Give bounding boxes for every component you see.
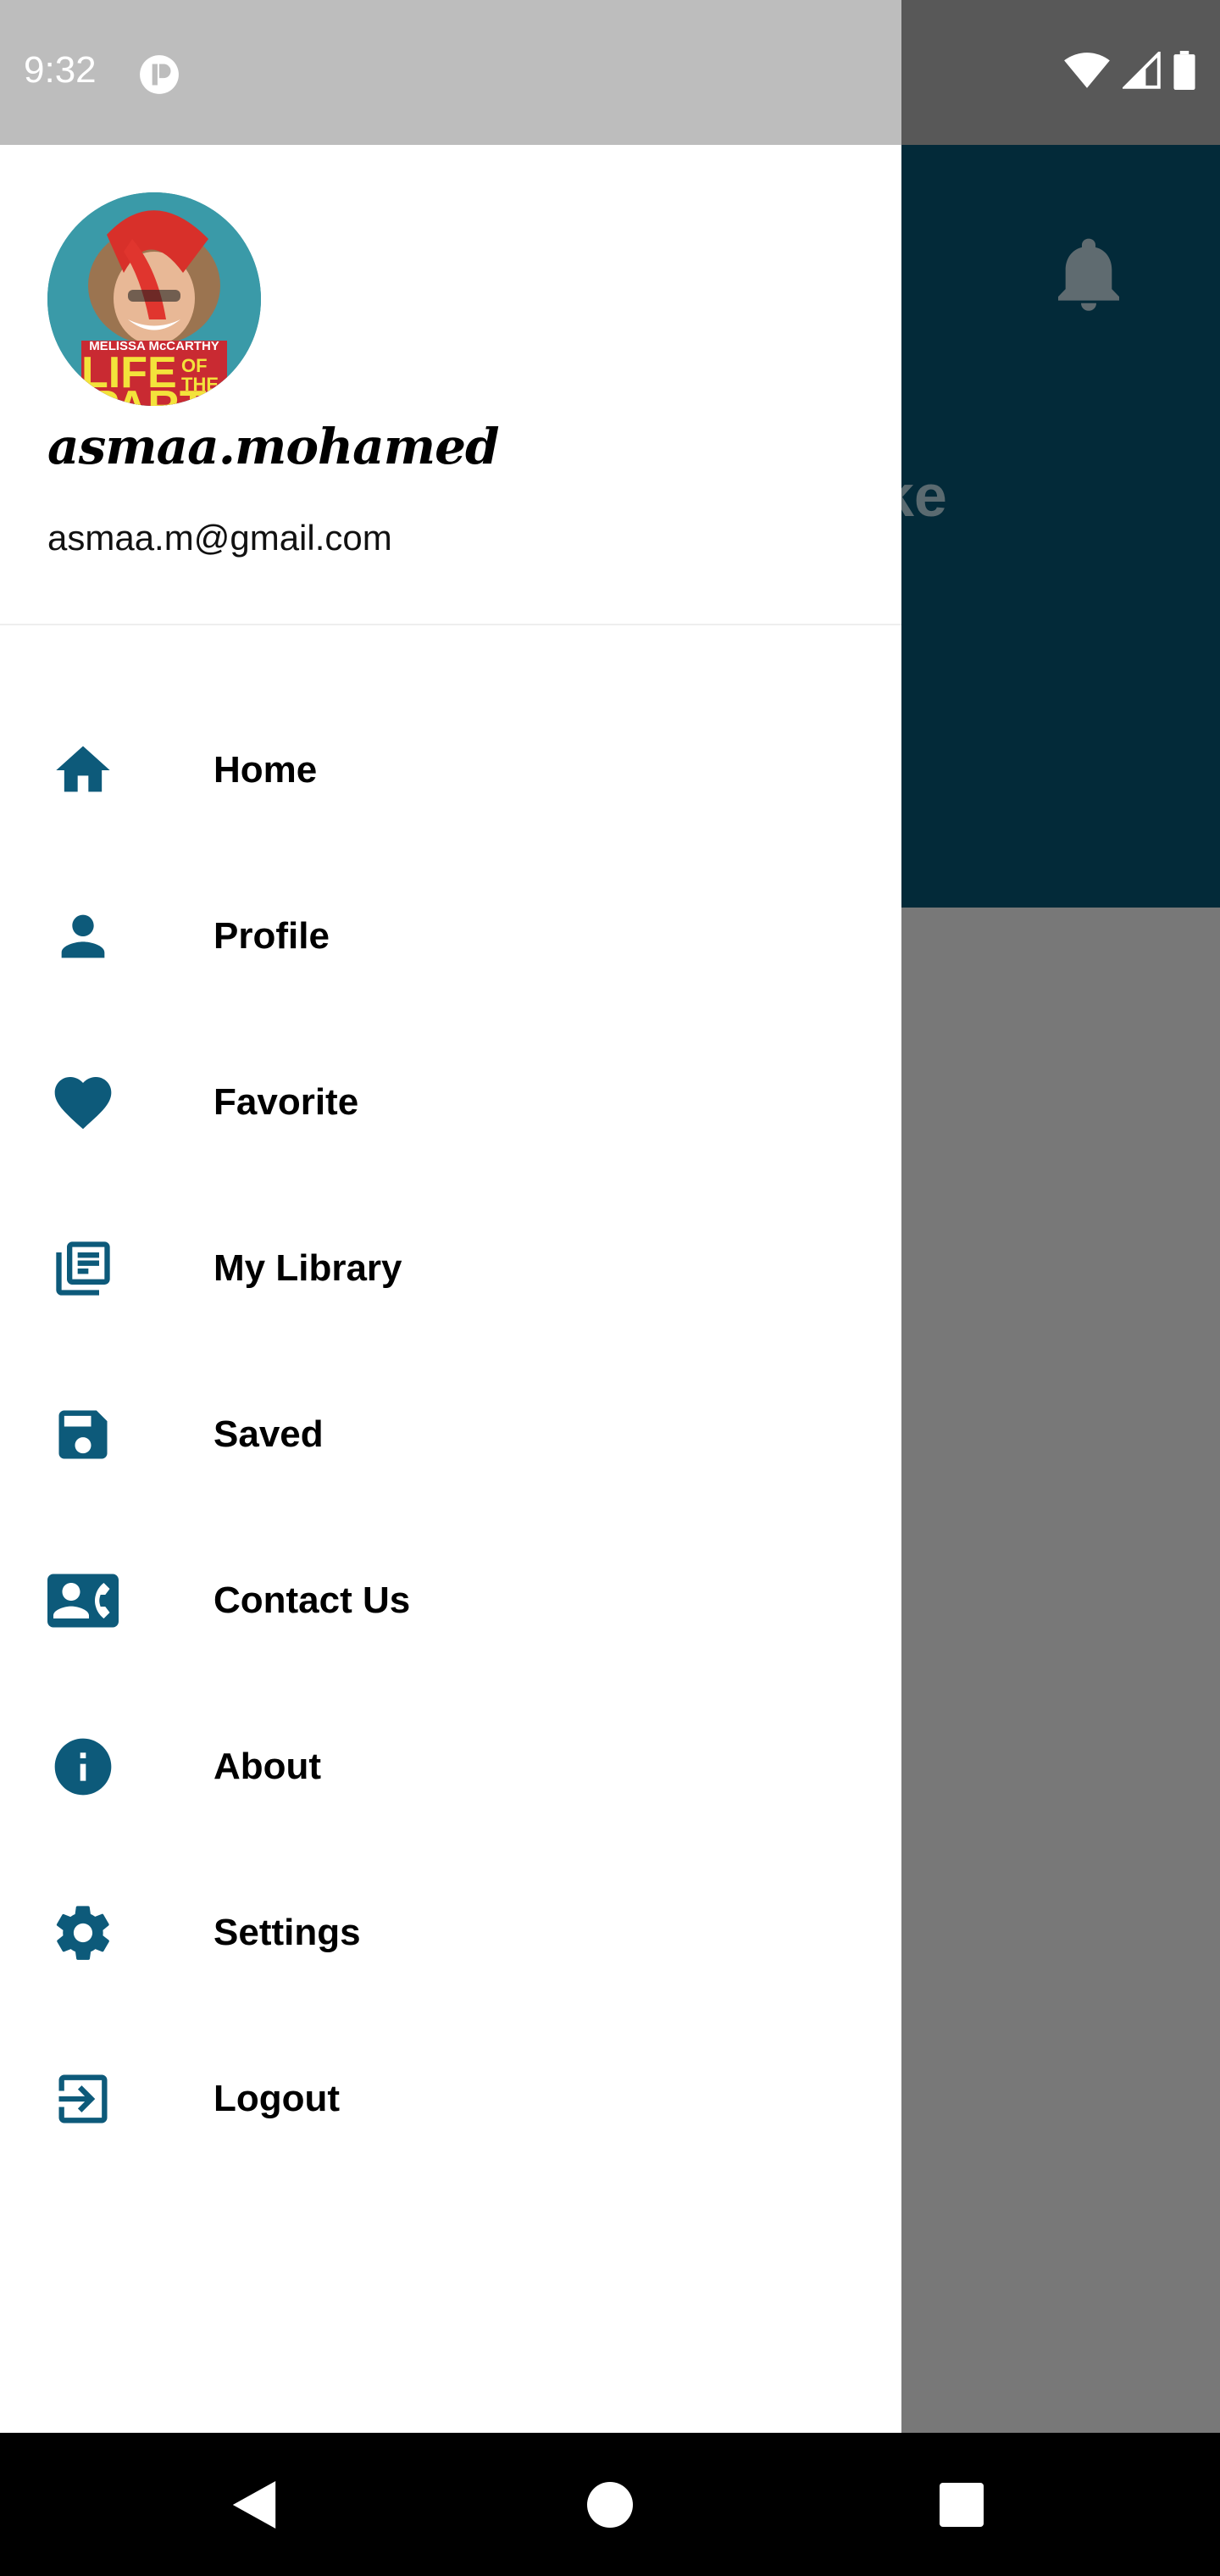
avatar[interactable]: MELISSA McCARTHY LIFE OF THE PARTY (47, 192, 261, 406)
avatar-image: MELISSA McCARTHY LIFE OF THE PARTY (47, 192, 261, 406)
person-icon (47, 901, 119, 972)
menu-item-favorite[interactable]: Favorite (0, 1019, 901, 1185)
gear-icon (47, 1897, 119, 1968)
svg-text:PARTY: PARTY (90, 382, 236, 406)
menu-label-logout: Logout (214, 2078, 341, 2119)
menu-item-my-library[interactable]: My Library (0, 1185, 901, 1352)
recents-square-icon (940, 2483, 984, 2527)
signal-icon (1123, 52, 1161, 89)
menu-label-settings: Settings (214, 1912, 361, 1953)
heart-icon (47, 1067, 119, 1138)
contact-phone-icon (47, 1565, 119, 1636)
menu-label-saved: Saved (214, 1413, 324, 1455)
menu-item-about[interactable]: About (0, 1684, 901, 1850)
recents-button[interactable] (923, 2467, 1000, 2543)
battery-icon (1173, 51, 1195, 90)
status-icons (1063, 51, 1195, 90)
home-circle-icon (587, 2482, 633, 2528)
drawer-menu: Home Profile Favorite My Library Saved C… (0, 687, 901, 2182)
navigation-drawer: MELISSA McCARTHY LIFE OF THE PARTY asmaa… (0, 145, 901, 2433)
email: asmaa.m@gmail.com (47, 518, 392, 558)
home-button[interactable] (572, 2467, 648, 2543)
status-bar: 9:32 (0, 0, 901, 145)
save-icon (47, 1399, 119, 1470)
menu-item-settings[interactable]: Settings (0, 1850, 901, 2016)
menu-item-profile[interactable]: Profile (0, 853, 901, 1019)
menu-item-home[interactable]: Home (0, 687, 901, 853)
logout-icon (47, 2063, 119, 2135)
library-icon (47, 1233, 119, 1304)
menu-label-favorite: Favorite (214, 1081, 359, 1123)
menu-label-home: Home (214, 749, 318, 791)
back-button[interactable] (216, 2467, 292, 2543)
back-triangle-icon (232, 2481, 276, 2529)
menu-item-saved[interactable]: Saved (0, 1352, 901, 1518)
bell-icon (1058, 238, 1119, 311)
info-icon (47, 1731, 119, 1802)
menu-label-about: About (214, 1746, 322, 1787)
system-nav-bar (0, 2433, 1220, 2576)
menu-label-my-library: My Library (214, 1247, 402, 1289)
status-time: 9:32 (24, 49, 97, 91)
wifi-icon (1064, 53, 1110, 88)
menu-label-profile: Profile (214, 915, 330, 957)
menu-item-contact-us[interactable]: Contact Us (0, 1518, 901, 1684)
app-notification-icon (140, 55, 179, 94)
username: asmaa.mohamed (47, 418, 500, 475)
menu-label-contact-us: Contact Us (214, 1579, 411, 1621)
drawer-header: MELISSA McCARTHY LIFE OF THE PARTY asmaa… (0, 145, 901, 625)
home-icon (47, 735, 119, 806)
menu-item-logout[interactable]: Logout (0, 2016, 901, 2182)
